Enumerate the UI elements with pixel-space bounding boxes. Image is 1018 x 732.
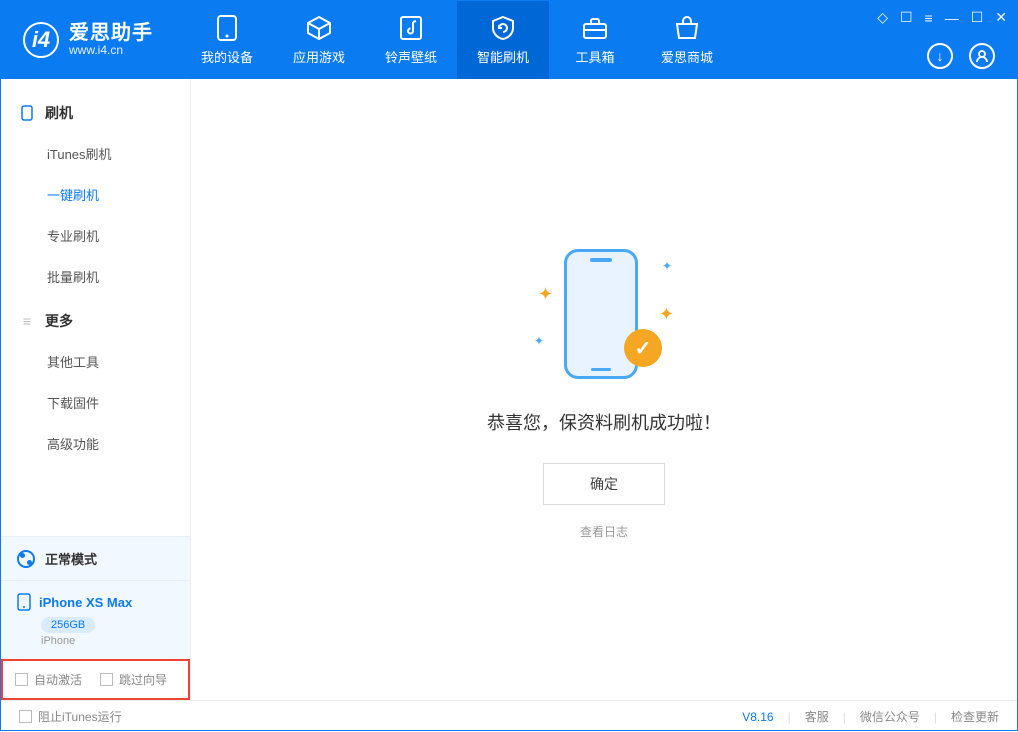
sidebar-item-batch-flash[interactable]: 批量刷机 — [1, 256, 190, 297]
sidebar-item-oneclick-flash[interactable]: 一键刷机 — [1, 174, 190, 215]
app-title: 爱思助手 — [69, 22, 153, 44]
sidebar: 刷机 iTunes刷机 一键刷机 专业刷机 批量刷机 ≡ 更多 其他工具 下载固… — [1, 79, 191, 700]
device-info-box[interactable]: iPhone XS Max 256GB iPhone — [1, 580, 190, 659]
checkbox-label: 跳过向导 — [119, 671, 167, 688]
checkbox-label: 阻止iTunes运行 — [38, 708, 122, 725]
nav-toolbox[interactable]: 工具箱 — [549, 1, 641, 79]
sidebar-item-advanced[interactable]: 高级功能 — [1, 423, 190, 464]
checkbox-label: 自动激活 — [34, 671, 82, 688]
sparkle-icon: ✦ — [538, 284, 553, 305]
minimize-button[interactable]: — — [945, 10, 959, 26]
mode-label: 正常模式 — [45, 549, 97, 568]
feedback-icon[interactable]: ☐ — [900, 9, 913, 26]
nav-label: 我的设备 — [201, 47, 253, 66]
nav-store[interactable]: 爱思商城 — [641, 1, 733, 79]
nav-flash[interactable]: 智能刷机 — [457, 1, 549, 79]
maximize-button[interactable]: ☐ — [971, 9, 984, 26]
checkbox-skip-guide[interactable]: 跳过向导 — [100, 671, 167, 688]
logo-icon: i4 — [23, 22, 59, 58]
header-action-icons: ↓ — [927, 43, 995, 69]
nav-my-device[interactable]: 我的设备 — [181, 1, 273, 79]
app-logo: i4 爱思助手 www.i4.cn — [1, 22, 181, 58]
sidebar-cat-label: 更多 — [45, 311, 73, 331]
phone-icon — [17, 593, 31, 611]
sidebar-item-itunes-flash[interactable]: iTunes刷机 — [1, 133, 190, 174]
sparkle-icon: ✦ — [659, 304, 674, 325]
checkbox-block-itunes[interactable]: 阻止iTunes运行 — [19, 708, 122, 725]
sidebar-category-more: ≡ 更多 — [1, 297, 190, 341]
sidebar-item-other-tools[interactable]: 其他工具 — [1, 341, 190, 382]
nav-ringtones[interactable]: 铃声壁纸 — [365, 1, 457, 79]
success-message: 恭喜您，保资料刷机成功啦！ — [487, 409, 721, 435]
check-update-link[interactable]: 检查更新 — [951, 708, 999, 725]
view-log-link[interactable]: 查看日志 — [580, 523, 628, 540]
sidebar-cat-label: 刷机 — [45, 103, 73, 123]
mode-icon — [17, 550, 35, 568]
phone-small-icon — [19, 105, 35, 121]
device-capacity: 256GB — [41, 617, 95, 633]
menu-icon[interactable]: ≡ — [925, 10, 933, 26]
sparkle-icon: ✦ — [534, 334, 544, 348]
download-icon[interactable]: ↓ — [927, 43, 953, 69]
nav-label: 应用游戏 — [293, 47, 345, 66]
ok-button[interactable]: 确定 — [543, 463, 665, 505]
top-nav: 我的设备 应用游戏 铃声壁纸 智能刷机 工具箱 爱思商城 — [181, 1, 733, 79]
sparkle-icon: ✦ — [662, 259, 672, 273]
sidebar-category-flash: 刷机 — [1, 89, 190, 133]
checkbox-icon — [15, 673, 28, 686]
toolbox-icon — [582, 15, 608, 41]
success-illustration: ✦ ✦ ✦ ✦ ✓ — [534, 239, 674, 389]
nav-label: 爱思商城 — [661, 47, 713, 66]
nav-apps[interactable]: 应用游戏 — [273, 1, 365, 79]
version-label: V8.16 — [742, 710, 773, 724]
support-link[interactable]: 客服 — [805, 708, 829, 725]
window-controls: ◇ ☐ ≡ — ☐ ✕ — [877, 9, 1007, 26]
nav-label: 智能刷机 — [477, 47, 529, 66]
cube-icon — [306, 15, 332, 41]
flash-options-box: 自动激活 跳过向导 — [1, 659, 190, 700]
checkbox-auto-activate[interactable]: 自动激活 — [15, 671, 82, 688]
device-name: iPhone XS Max — [39, 595, 132, 610]
tshirt-icon[interactable]: ◇ — [877, 9, 888, 26]
app-subtitle: www.i4.cn — [69, 44, 153, 57]
refresh-shield-icon — [490, 15, 516, 41]
sidebar-item-download-firmware[interactable]: 下载固件 — [1, 382, 190, 423]
device-icon — [214, 15, 240, 41]
close-button[interactable]: ✕ — [995, 9, 1007, 26]
checkbox-icon — [19, 710, 32, 723]
check-badge-icon: ✓ — [624, 329, 662, 367]
store-icon — [674, 15, 700, 41]
device-mode-box[interactable]: 正常模式 — [1, 536, 190, 580]
wechat-link[interactable]: 微信公众号 — [860, 708, 920, 725]
device-type: iPhone — [41, 635, 174, 647]
user-icon[interactable] — [969, 43, 995, 69]
checkbox-icon — [100, 673, 113, 686]
main-content: ✦ ✦ ✦ ✦ ✓ 恭喜您，保资料刷机成功啦！ 确定 查看日志 — [191, 79, 1017, 700]
status-bar: 阻止iTunes运行 V8.16 | 客服 | 微信公众号 | 检查更新 — [1, 700, 1017, 732]
app-header: i4 爱思助手 www.i4.cn 我的设备 应用游戏 铃声壁纸 智能刷机 工具… — [1, 1, 1017, 79]
nav-label: 铃声壁纸 — [385, 47, 437, 66]
list-icon: ≡ — [19, 313, 35, 329]
sidebar-item-pro-flash[interactable]: 专业刷机 — [1, 215, 190, 256]
nav-label: 工具箱 — [575, 47, 614, 66]
music-icon — [398, 15, 424, 41]
